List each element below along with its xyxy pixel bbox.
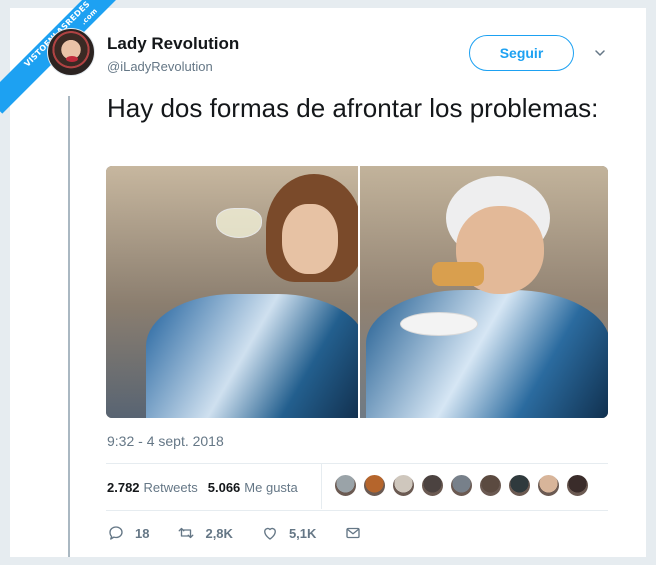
- liker-avatar[interactable]: [479, 474, 502, 497]
- heart-icon: [264, 527, 276, 540]
- liker-avatar[interactable]: [508, 474, 531, 497]
- tweet-stats: 2.782 Retweets 5.066 Me gusta: [107, 480, 298, 495]
- tweet-actions: 18 2,8K 5,1K: [107, 524, 400, 542]
- liker-avatar[interactable]: [421, 474, 444, 497]
- liker-avatar[interactable]: [392, 474, 415, 497]
- reply-icon: [109, 526, 123, 540]
- chevron-down-icon[interactable]: [594, 47, 606, 59]
- divider: [106, 510, 608, 511]
- retweet-button[interactable]: 2,8K: [177, 524, 233, 542]
- media-image-left[interactable]: [106, 166, 366, 418]
- reply-button[interactable]: 18: [107, 524, 149, 542]
- media-image-right[interactable]: [360, 166, 608, 418]
- retweet-count: 2,8K: [205, 525, 233, 541]
- liker-avatar[interactable]: [363, 474, 386, 497]
- tweet-timestamp[interactable]: 9:32 - 4 sept. 2018: [107, 433, 224, 449]
- tweet-text: Hay dos formas de afrontar los problemas…: [107, 93, 599, 123]
- retweet-icon: [179, 527, 194, 539]
- reply-count: 18: [135, 525, 150, 541]
- like-count: 5,1K: [288, 525, 317, 541]
- like-button[interactable]: 5,1K: [261, 524, 316, 542]
- direct-message-button[interactable]: [344, 524, 372, 542]
- retweets-label: Retweets: [143, 480, 198, 495]
- likes-label: Me gusta: [244, 480, 298, 495]
- liker-avatar[interactable]: [334, 474, 357, 497]
- tweet-media[interactable]: [106, 166, 608, 418]
- likes-count: 5.066: [207, 480, 241, 495]
- liker-avatar[interactable]: [566, 474, 589, 497]
- liker-avatar[interactable]: [450, 474, 473, 497]
- liker-avatar[interactable]: [537, 474, 560, 497]
- likes-stat[interactable]: 5.066 Me gusta: [208, 480, 298, 495]
- divider: [106, 463, 608, 464]
- author-handle[interactable]: @iLadyRevolution: [107, 59, 213, 74]
- envelope-icon: [346, 527, 361, 539]
- avatar[interactable]: [47, 28, 95, 76]
- stats-divider: [321, 464, 322, 509]
- author-name[interactable]: Lady Revolution: [107, 34, 239, 54]
- likers-avatars: [334, 474, 589, 497]
- follow-button[interactable]: Seguir: [469, 35, 574, 71]
- retweets-stat[interactable]: 2.782 Retweets: [107, 480, 198, 495]
- retweets-count: 2.782: [107, 480, 140, 495]
